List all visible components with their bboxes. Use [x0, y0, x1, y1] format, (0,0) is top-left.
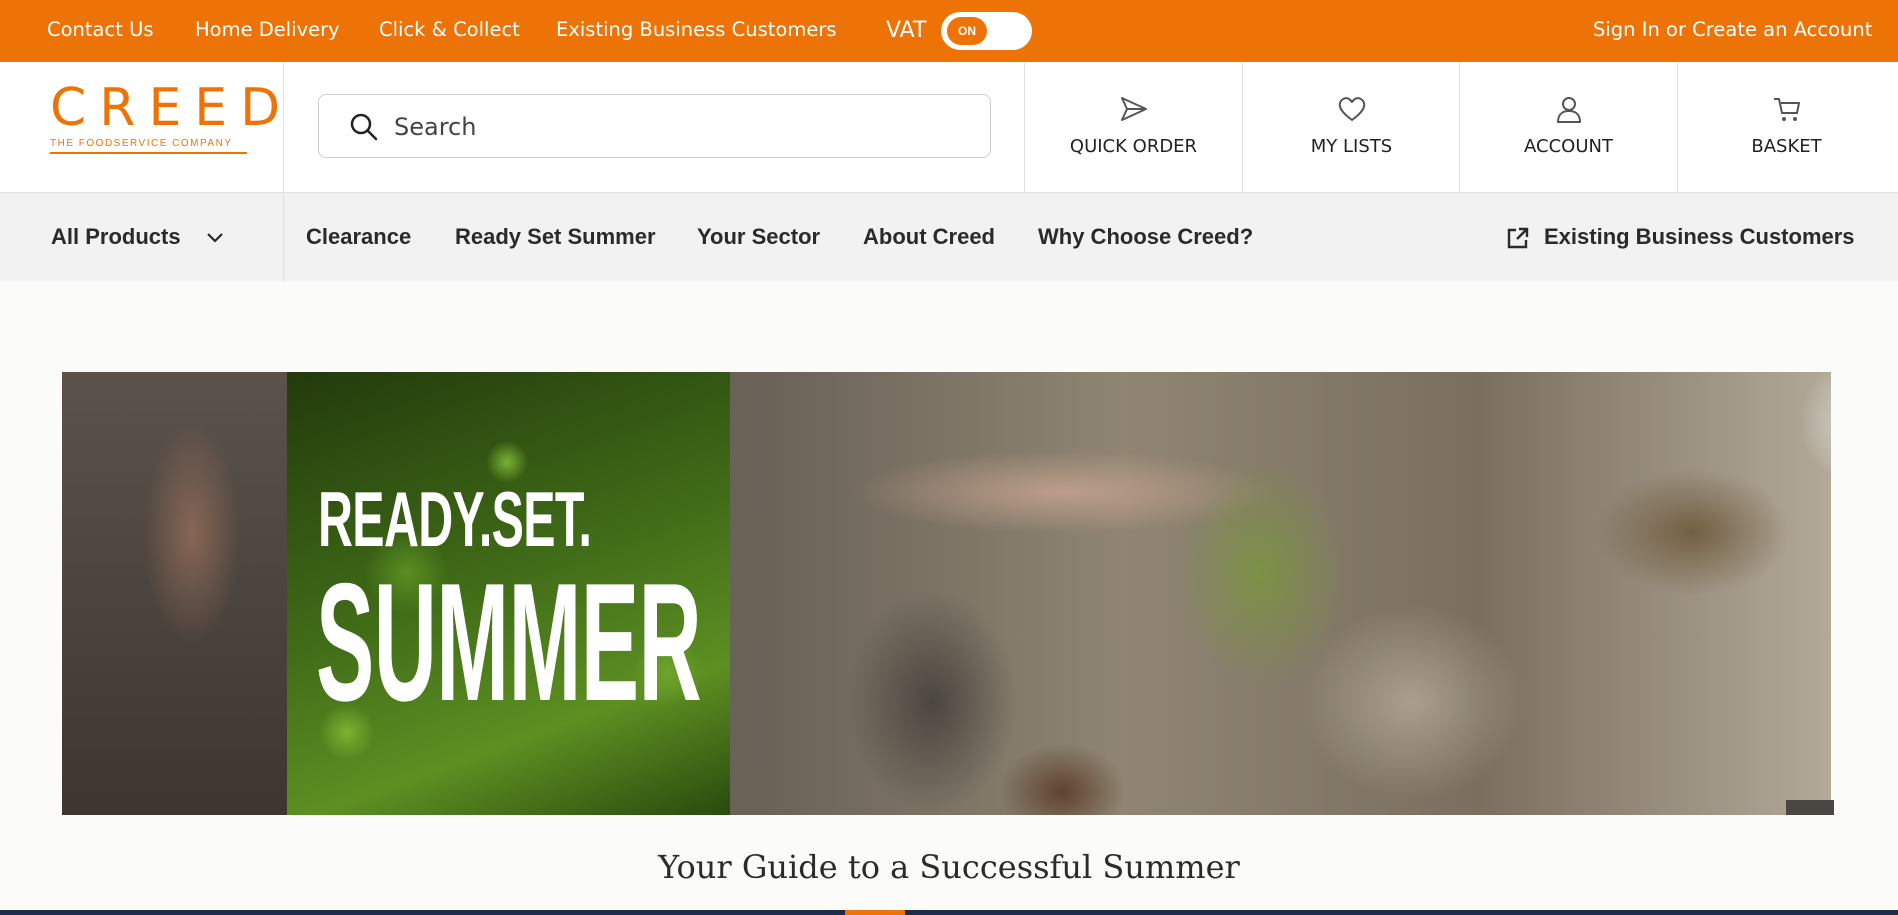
user-icon [1556, 97, 1581, 123]
logo-wordmark: CREED [50, 78, 294, 138]
divider [283, 193, 284, 281]
vat-toggle-state: ON [947, 17, 987, 45]
all-products-menu[interactable]: All Products [51, 193, 181, 281]
main-nav: All Products Clearance Ready Set Summer … [0, 193, 1898, 281]
logo-tagline: THE FOODSERVICE COMPANY [50, 138, 247, 154]
my-lists-button[interactable]: MY LISTS [1243, 62, 1460, 192]
hero-heading-line2: SUMMER [316, 548, 702, 736]
cart-icon [1773, 98, 1800, 121]
account-button[interactable]: ACCOUNT [1460, 62, 1677, 192]
existing-business-customers-link[interactable]: Existing Business Customers [556, 0, 837, 62]
bottom-strip-accent [845, 910, 905, 915]
quick-order-button[interactable]: QUICK ORDER [1025, 62, 1242, 192]
search-box[interactable] [318, 94, 991, 158]
site-header: CREED THE FOODSERVICE COMPANY QUICK ORDE… [0, 62, 1898, 193]
heart-icon [1338, 97, 1365, 121]
nav-why-choose-creed[interactable]: Why Choose Creed? [1038, 193, 1253, 281]
external-link-icon [1507, 227, 1529, 249]
nav-about-creed[interactable]: About Creed [863, 193, 995, 281]
basket-button[interactable]: BASKET [1678, 62, 1895, 192]
home-delivery-link[interactable]: Home Delivery [195, 0, 340, 62]
contact-us-link[interactable]: Contact Us [47, 0, 154, 62]
nav-your-sector[interactable]: Your Sector [697, 193, 820, 281]
nav-clearance[interactable]: Clearance [306, 193, 411, 281]
hero-corner-tab [1786, 800, 1834, 815]
signin-link[interactable]: Sign In or Create an Account [1593, 0, 1872, 62]
hero-image-left [62, 372, 287, 815]
my-lists-label: MY LISTS [1310, 136, 1393, 157]
search-input[interactable] [394, 107, 954, 147]
basket-label: BASKET [1751, 136, 1822, 157]
send-icon [1120, 97, 1147, 121]
divider [283, 62, 284, 192]
nav-ready-set-summer[interactable]: Ready Set Summer [455, 193, 656, 281]
click-collect-link[interactable]: Click & Collect [379, 0, 520, 62]
account-label: ACCOUNT [1524, 136, 1613, 157]
bottom-strip [0, 910, 1898, 915]
hero-heading-line1: READY.SET. [318, 475, 592, 563]
search-icon[interactable] [349, 112, 379, 142]
creed-logo[interactable]: CREED THE FOODSERVICE COMPANY [50, 78, 294, 162]
top-utility-bar: Contact Us Home Delivery Click & Collect… [0, 0, 1898, 62]
vat-toggle[interactable]: ON [941, 12, 1032, 50]
chevron-down-icon[interactable] [204, 227, 226, 249]
nav-existing-business-customers[interactable]: Existing Business Customers [1544, 193, 1855, 281]
quick-order-label: QUICK ORDER [1069, 136, 1198, 157]
vat-label: VAT [886, 18, 927, 43]
section-title: Your Guide to a Successful Summer [658, 848, 1240, 886]
